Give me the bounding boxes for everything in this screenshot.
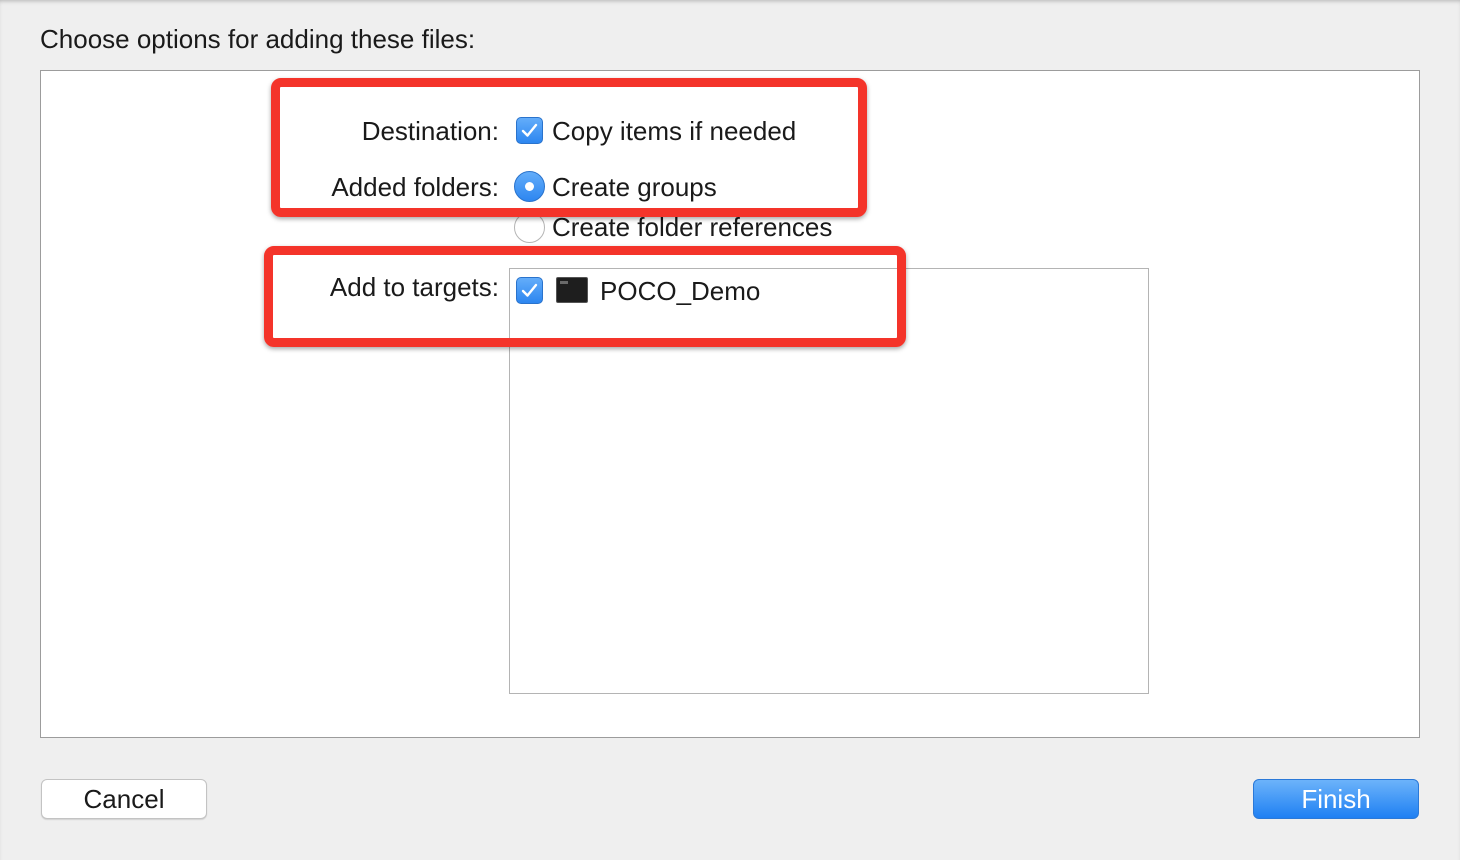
create-folder-references-label[interactable]: Create folder references [552, 210, 832, 244]
checkmark-icon [521, 123, 538, 137]
create-groups-radio[interactable] [514, 171, 545, 202]
added-folders-label: Added folders: [331, 172, 499, 202]
target-name-poco-demo[interactable]: POCO_Demo [600, 274, 760, 308]
radio-dot-icon [525, 182, 534, 191]
copy-items-checkbox[interactable] [516, 117, 543, 144]
cancel-button[interactable]: Cancel [41, 779, 207, 819]
terminal-app-icon [556, 277, 588, 303]
dialog-heading: Choose options for adding these files: [40, 24, 476, 54]
create-groups-label[interactable]: Create groups [552, 170, 717, 204]
checkmark-icon [521, 283, 538, 297]
targets-list[interactable] [509, 268, 1149, 694]
target-checkbox-poco-demo[interactable] [516, 277, 543, 304]
create-folder-references-radio[interactable] [514, 212, 545, 243]
add-to-targets-label: Add to targets: [329, 272, 499, 302]
finish-button[interactable]: Finish [1253, 779, 1419, 819]
copy-items-label[interactable]: Copy items if needed [552, 114, 796, 148]
destination-label: Destination: [361, 116, 499, 146]
add-files-dialog: Choose options for adding these files: D… [0, 0, 1460, 860]
